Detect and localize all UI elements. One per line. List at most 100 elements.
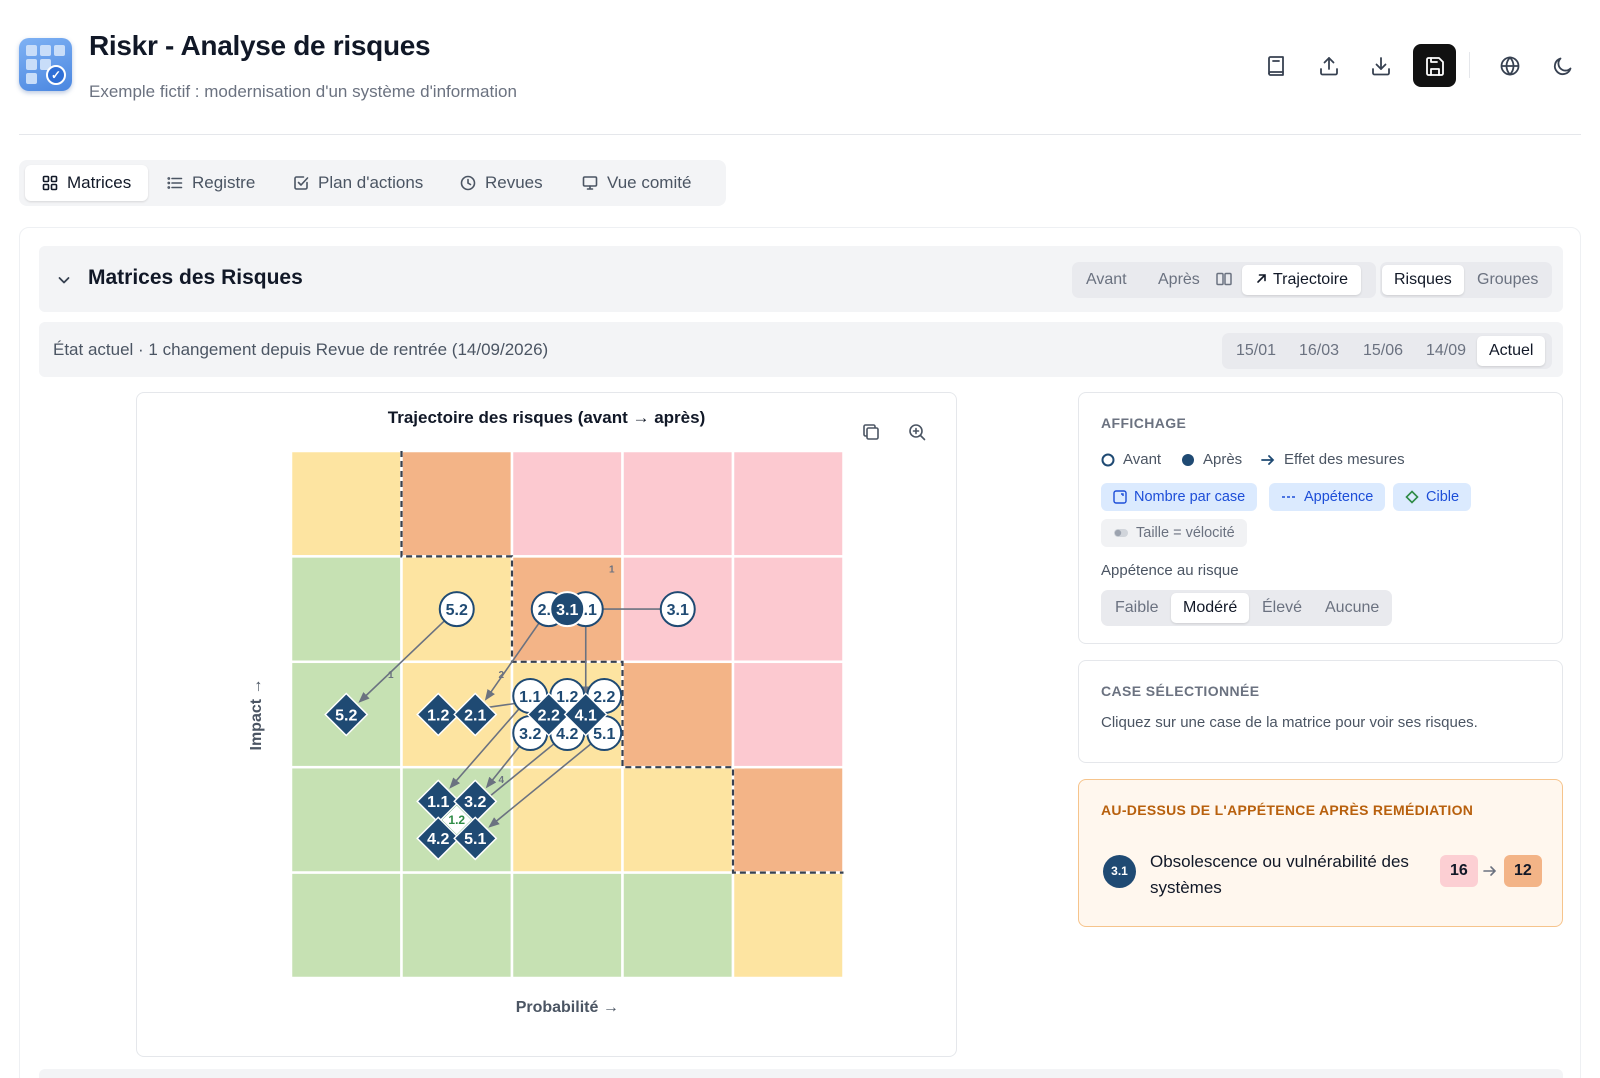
tab-vue-comite[interactable]: Vue comité bbox=[565, 165, 708, 201]
clock-icon bbox=[460, 175, 476, 191]
matrix-cell[interactable] bbox=[289, 765, 403, 874]
copy-chart-button[interactable] bbox=[860, 421, 884, 445]
score-before-badge: 16 bbox=[1440, 855, 1478, 887]
risk-id-label: 4.1 bbox=[575, 707, 597, 724]
guide-button[interactable] bbox=[1254, 44, 1297, 87]
chip-label: Taille = vélocité bbox=[1136, 525, 1235, 541]
matrix-cell[interactable] bbox=[510, 871, 624, 980]
grid-icon bbox=[42, 175, 58, 191]
next-section-strip bbox=[39, 1069, 1563, 1078]
chip-label: Nombre par case bbox=[1134, 489, 1246, 505]
view-compare-button[interactable] bbox=[1207, 265, 1241, 295]
chip-taille-velocite[interactable]: Taille = vélocité bbox=[1101, 519, 1247, 547]
legend-apres-label: Après bbox=[1203, 451, 1243, 468]
view-apres-button[interactable]: Après bbox=[1146, 265, 1212, 295]
score-after-badge: 12 bbox=[1504, 855, 1542, 887]
groupes-button[interactable]: Groupes bbox=[1465, 265, 1550, 295]
matrix-cell[interactable] bbox=[510, 765, 624, 874]
selected-cell-card: CASE SÉLECTIONNÉE Cliquez sur une case d… bbox=[1078, 660, 1563, 763]
legend-avant-label: Avant bbox=[1123, 451, 1162, 468]
matrix-cell[interactable] bbox=[400, 871, 514, 980]
tab-plan-actions[interactable]: Plan d'actions bbox=[276, 165, 440, 201]
date-option-actuel[interactable]: Actuel bbox=[1477, 336, 1546, 366]
main-tabs: Matrices Registre Plan d'actions Revues … bbox=[19, 160, 726, 206]
toggle-icon bbox=[1114, 529, 1128, 537]
appetite-option[interactable]: Faible bbox=[1103, 593, 1171, 623]
chip-appetence[interactable]: Appétence bbox=[1269, 483, 1386, 511]
columns-icon bbox=[1216, 272, 1232, 286]
above-appetite-label: AU-DESSUS DE L'APPÉTENCE APRÈS REMÉDIATI… bbox=[1101, 802, 1474, 818]
risk-name-line: systèmes bbox=[1150, 878, 1222, 897]
risk-id-label: 3.2 bbox=[464, 794, 486, 811]
app-title: Riskr - Analyse de risques bbox=[89, 30, 431, 61]
download-icon bbox=[1371, 56, 1390, 75]
save-icon bbox=[1425, 56, 1444, 76]
view-trajectoire-button[interactable]: Trajectoire bbox=[1242, 265, 1361, 295]
save-button[interactable] bbox=[1413, 44, 1456, 87]
date-option[interactable]: 16/03 bbox=[1287, 336, 1351, 366]
risk-name[interactable]: Obsolescence ou vulnérabilité des systèm… bbox=[1150, 849, 1409, 901]
tab-registre[interactable]: Registre bbox=[150, 165, 272, 201]
matrix-cell[interactable] bbox=[400, 449, 514, 558]
export-button[interactable] bbox=[1359, 44, 1402, 87]
risk-id-label: 1.2 bbox=[427, 707, 449, 724]
language-button[interactable] bbox=[1488, 44, 1531, 87]
selected-cell-hint: Cliquez sur une case de la matrice pour … bbox=[1101, 714, 1478, 731]
appetite-option-active[interactable]: Modéré bbox=[1171, 593, 1250, 623]
header-divider bbox=[1469, 52, 1470, 78]
checkbox-icon bbox=[294, 176, 309, 190]
matrix-cell[interactable] bbox=[621, 449, 735, 558]
date-option[interactable]: 15/01 bbox=[1224, 336, 1288, 366]
date-option[interactable]: 14/09 bbox=[1414, 336, 1478, 366]
chip-nombre-par-case[interactable]: Nombre par case bbox=[1101, 483, 1258, 511]
matrix-cell[interactable] bbox=[731, 871, 845, 980]
risk-name-line: Obsolescence ou vulnérabilité des bbox=[1150, 852, 1409, 871]
matrix-cell[interactable] bbox=[621, 871, 735, 980]
risk-id-label: 3.1 bbox=[556, 602, 578, 619]
chevron-down-icon[interactable] bbox=[56, 272, 72, 288]
risk-id-label: 4.2 bbox=[427, 831, 449, 848]
counter-box-icon bbox=[1113, 490, 1127, 504]
entity-mode-toggle: Risques Groupes bbox=[1380, 262, 1552, 298]
matrix-cell[interactable] bbox=[289, 871, 403, 980]
matrix-cell[interactable] bbox=[731, 660, 845, 769]
header-divider-line bbox=[19, 134, 1581, 135]
risk-id-label: 5.1 bbox=[464, 831, 486, 848]
legend-apres: Après bbox=[1181, 451, 1242, 468]
import-button[interactable] bbox=[1307, 44, 1350, 87]
selected-cell-label: CASE SÉLECTIONNÉE bbox=[1101, 683, 1260, 699]
appetite-option[interactable]: Aucune bbox=[1313, 593, 1391, 623]
zoom-chart-button[interactable] bbox=[906, 421, 930, 445]
filled-circle-icon bbox=[1182, 453, 1194, 466]
tab-revues[interactable]: Revues bbox=[443, 165, 560, 201]
matrix-cell[interactable] bbox=[289, 449, 403, 558]
risk-id-label: 5.1 bbox=[593, 726, 615, 743]
appetite-option[interactable]: Élevé bbox=[1250, 593, 1314, 623]
arrow-right-icon bbox=[1261, 454, 1275, 465]
appetite-label: Appétence au risque bbox=[1101, 562, 1239, 579]
tab-label: Matrices bbox=[67, 173, 132, 192]
view-avant-button[interactable]: Avant bbox=[1074, 265, 1139, 295]
chip-cible[interactable]: Cible bbox=[1393, 483, 1472, 511]
view-mode-toggle: Avant Après Trajectoire bbox=[1072, 262, 1376, 298]
globe-icon bbox=[1500, 55, 1519, 76]
matrix-cell[interactable] bbox=[621, 660, 735, 769]
state-text: État actuel · 1 changement depuis Revue … bbox=[53, 340, 549, 359]
matrix-cell[interactable] bbox=[731, 449, 845, 558]
matrix-cell[interactable] bbox=[510, 449, 624, 558]
matrix-cell[interactable] bbox=[289, 555, 403, 664]
legend-effet: Effet des mesures bbox=[1260, 451, 1405, 468]
appetite-selector: Faible Modéré Élevé Aucune bbox=[1101, 590, 1392, 626]
risk-id-label: 1.1 bbox=[427, 794, 449, 811]
risk-id-label: 3.2 bbox=[519, 726, 541, 743]
matrix-cell[interactable] bbox=[621, 765, 735, 874]
upload-icon bbox=[1319, 56, 1338, 75]
theme-button[interactable] bbox=[1541, 44, 1584, 87]
date-option[interactable]: 15/06 bbox=[1351, 336, 1415, 366]
matrix-cell[interactable] bbox=[731, 555, 845, 664]
chip-label: Cible bbox=[1426, 489, 1460, 505]
risques-button[interactable]: Risques bbox=[1382, 265, 1464, 295]
tab-matrices[interactable]: Matrices bbox=[25, 165, 149, 201]
matrix-cell[interactable] bbox=[731, 765, 845, 874]
risk-id-label: 4.2 bbox=[556, 726, 578, 743]
